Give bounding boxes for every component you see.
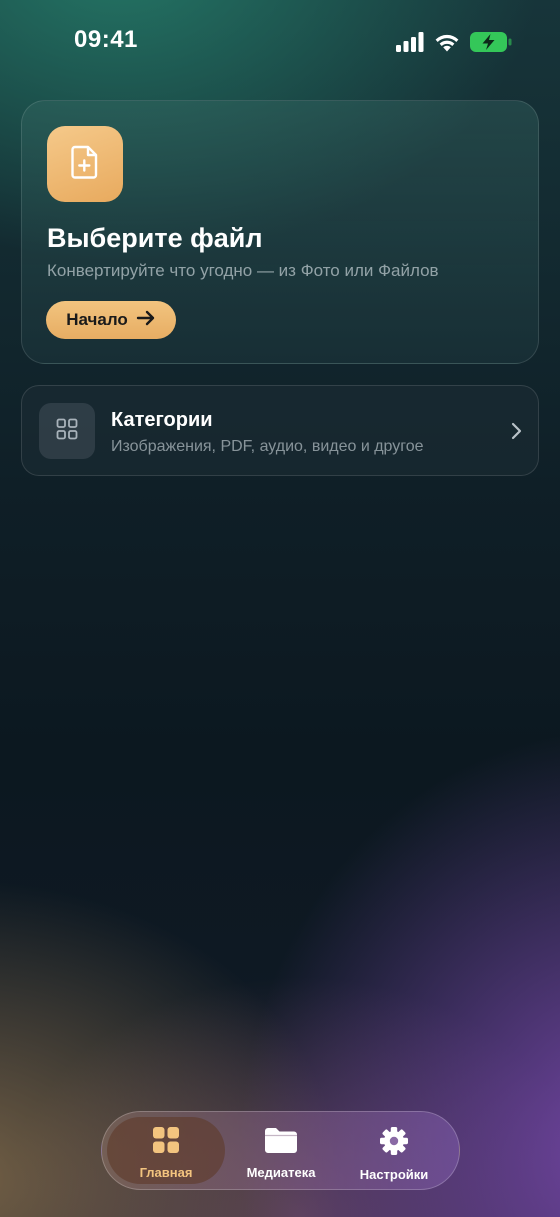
chevron-right-icon — [510, 422, 522, 445]
file-add-icon-tile — [47, 126, 123, 202]
grid-icon — [152, 1126, 180, 1159]
tab-settings[interactable]: Настройки — [335, 1117, 453, 1184]
categories-title: Категории — [111, 409, 213, 431]
cellular-signal-icon — [396, 32, 424, 52]
file-add-icon — [69, 144, 101, 185]
start-button[interactable]: Начало — [46, 301, 176, 339]
tab-home-label: Главная — [139, 1165, 193, 1180]
wifi-icon — [434, 32, 460, 52]
start-button-label: Начало — [66, 310, 128, 329]
hero-title: Выберите файл — [47, 223, 263, 253]
status-icons — [396, 30, 512, 54]
grid-icon — [56, 418, 78, 445]
categories-subtitle: Изображения, PDF, аудио, видео и другое — [111, 438, 424, 455]
tab-settings-label: Настройки — [359, 1167, 429, 1182]
tab-library-label: Медиатека — [246, 1165, 316, 1180]
categories-icon-tile — [39, 403, 95, 459]
battery-charging-icon — [470, 31, 512, 53]
gear-icon — [379, 1126, 409, 1161]
hero-subtitle: Конвертируйте что угодно — из Фото или Ф… — [47, 261, 439, 280]
categories-row[interactable]: Категории Изображения, PDF, аудио, видео… — [21, 385, 539, 476]
status-time: 09:41 — [74, 26, 138, 53]
arrow-right-icon — [136, 310, 156, 331]
tab-library[interactable]: Медиатека — [222, 1117, 340, 1184]
status-bar: 09:41 — [0, 0, 560, 84]
tab-bar: Главная Медиатека Настройки — [101, 1111, 460, 1190]
tab-home[interactable]: Главная — [107, 1117, 225, 1184]
folder-icon — [264, 1126, 298, 1159]
select-file-card[interactable]: Выберите файл Конвертируйте что угодно —… — [21, 100, 539, 364]
